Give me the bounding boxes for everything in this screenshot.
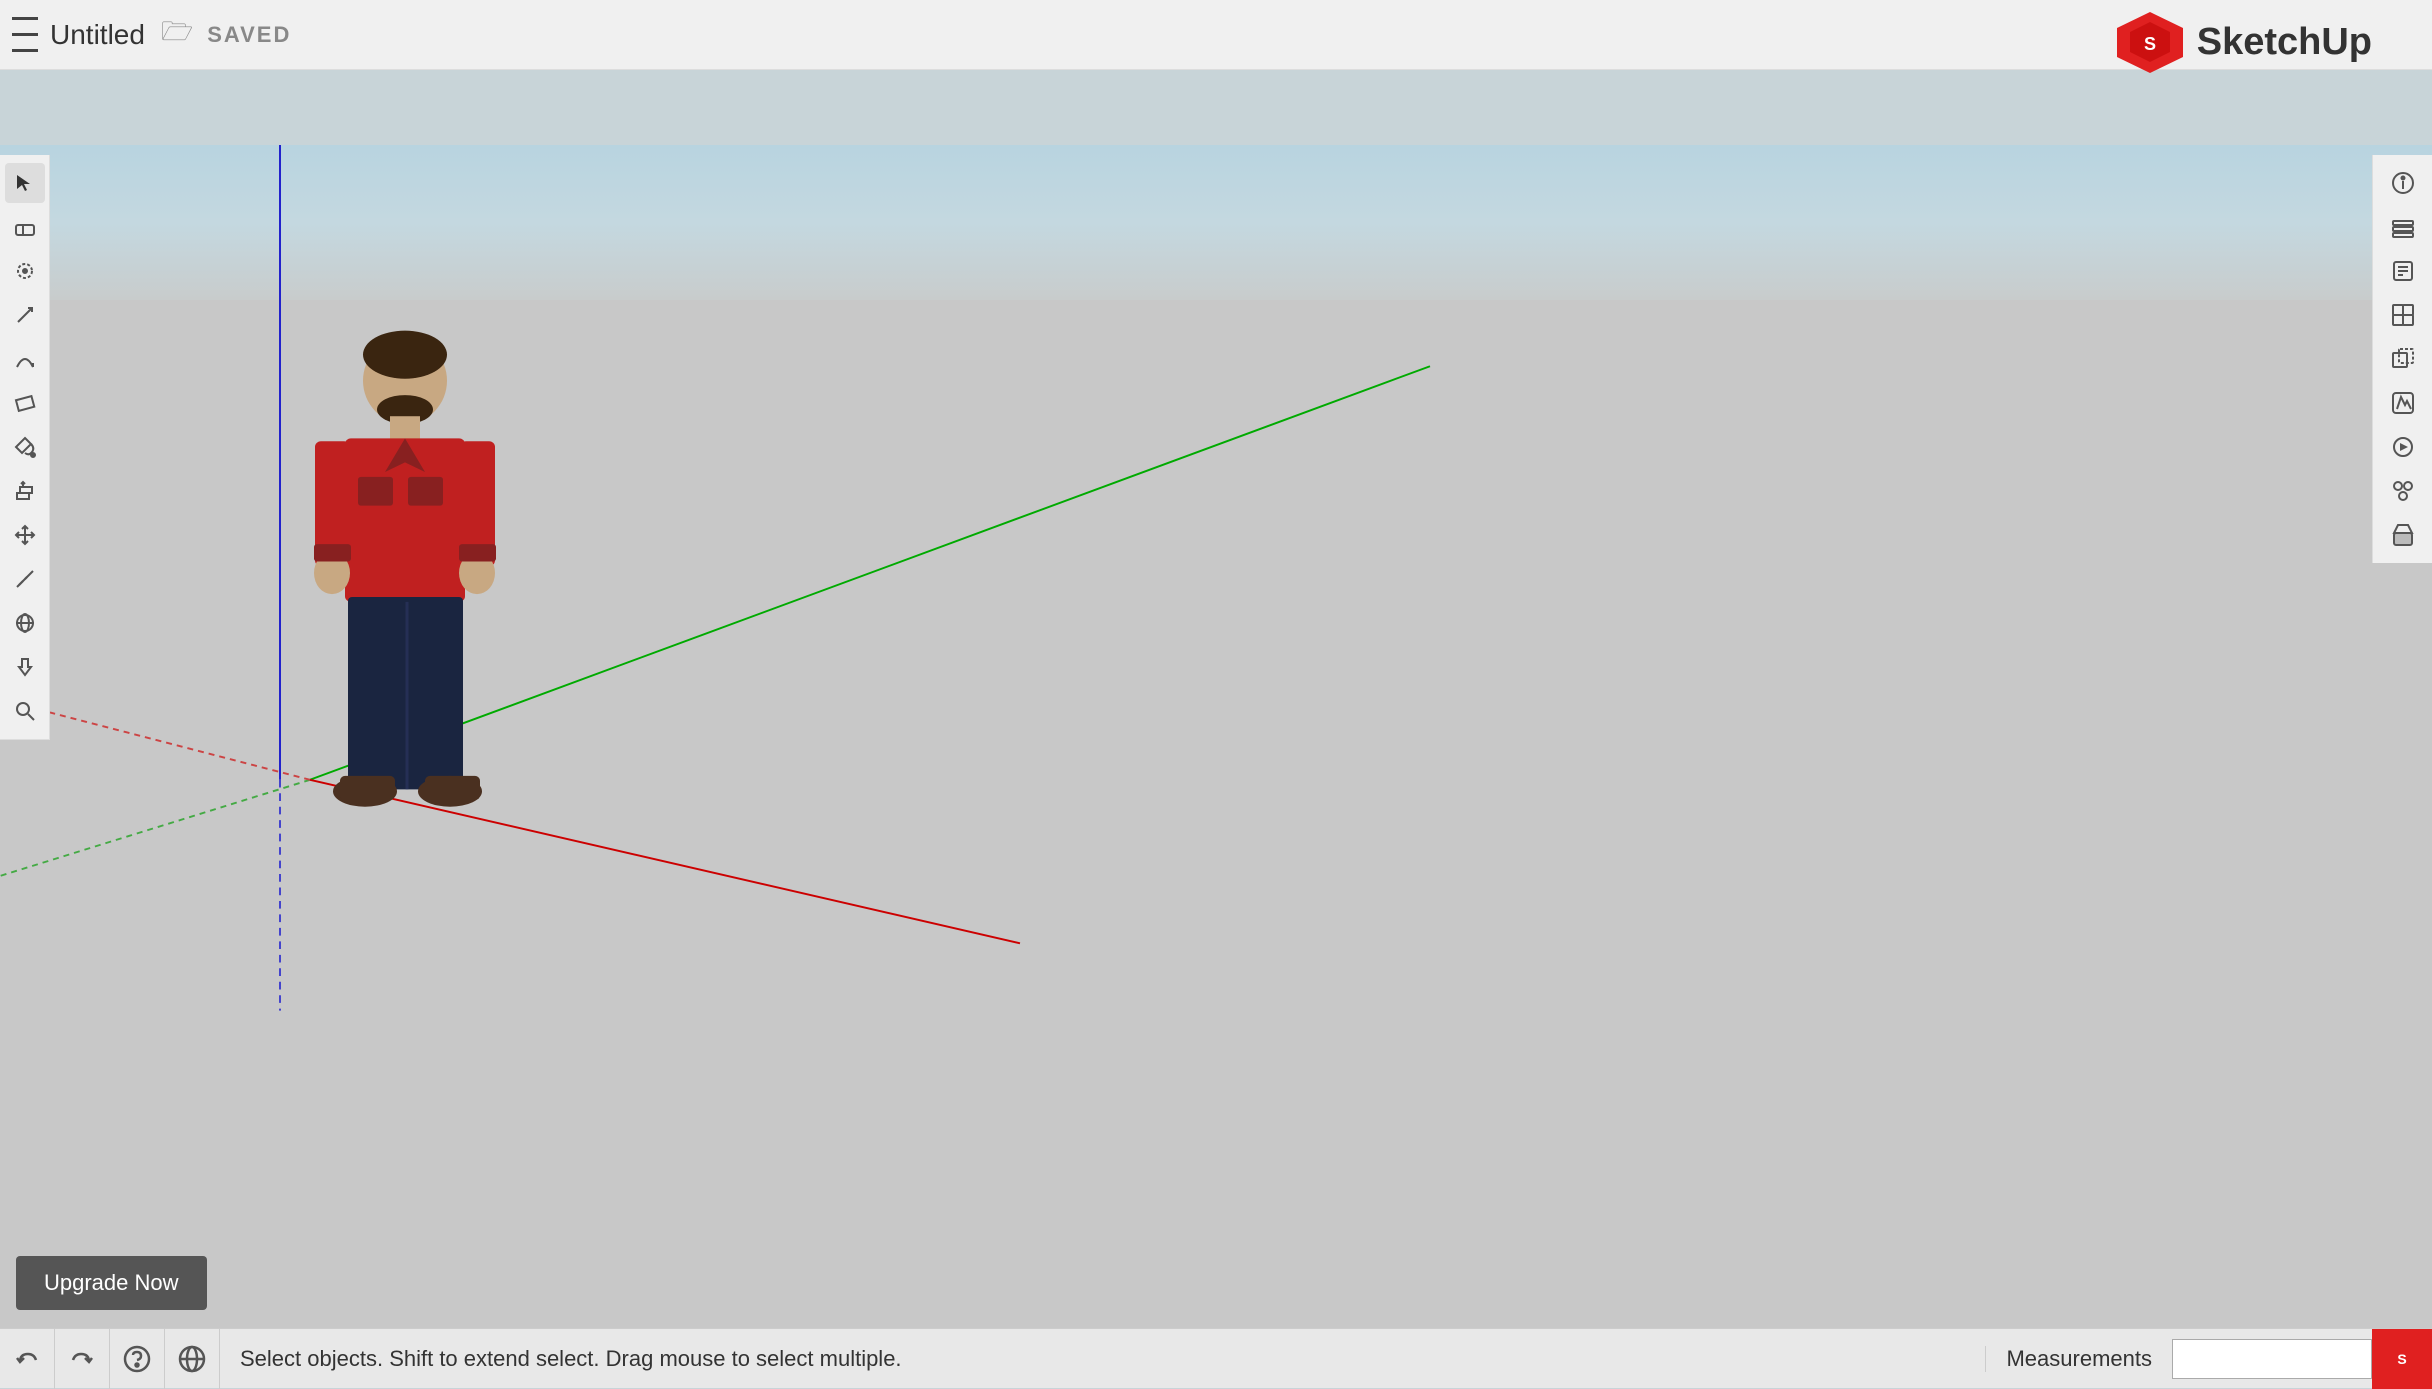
- measurements-label: Measurements: [1985, 1346, 2172, 1372]
- svg-text:S: S: [2397, 1351, 2406, 1367]
- layers-panel[interactable]: [2383, 207, 2423, 247]
- statusbar: Select objects. Shift to extend select. …: [0, 1328, 2432, 1388]
- model-info-button[interactable]: [165, 1329, 220, 1389]
- shadow-panel[interactable]: [2383, 515, 2423, 555]
- orbit-tool[interactable]: [5, 603, 45, 643]
- folder-icon[interactable]: 🗁: [161, 13, 193, 57]
- canvas-area[interactable]: [0, 145, 2432, 1328]
- measurements-input[interactable]: [2172, 1339, 2372, 1379]
- line-tool[interactable]: [5, 295, 45, 335]
- upgrade-now-button[interactable]: Upgrade Now: [16, 1256, 207, 1310]
- instructor-panel[interactable]: [2383, 251, 2423, 291]
- rectangle-tool[interactable]: [5, 383, 45, 423]
- svg-text:S: S: [2144, 34, 2156, 54]
- help-button[interactable]: [110, 1329, 165, 1389]
- outliner-panel[interactable]: [2383, 471, 2423, 511]
- scenes-panel[interactable]: [2383, 427, 2423, 467]
- menu-button[interactable]: [0, 0, 50, 70]
- move-tool[interactable]: [5, 515, 45, 555]
- tape-measure-tool[interactable]: [5, 559, 45, 599]
- sketchup-logo: S SketchUp: [2115, 10, 2372, 75]
- paint-bucket-tool[interactable]: [5, 427, 45, 467]
- saved-status: SAVED: [207, 22, 291, 48]
- solid-tools-panel[interactable]: [2383, 339, 2423, 379]
- zoom-tool[interactable]: [5, 691, 45, 731]
- status-hint-text: Select objects. Shift to extend select. …: [220, 1346, 1985, 1372]
- left-toolbar: [0, 155, 50, 740]
- undo-button[interactable]: [0, 1329, 55, 1389]
- select-tool[interactable]: [5, 163, 45, 203]
- sketchup-logo-icon: S: [2115, 10, 2185, 75]
- redo-button[interactable]: [55, 1329, 110, 1389]
- file-title[interactable]: Untitled: [50, 19, 145, 51]
- titlebar: Untitled 🗁 SAVED S SketchUp: [0, 0, 2432, 70]
- sketchup-bottom-logo: S: [2372, 1329, 2432, 1389]
- right-toolbar: [2372, 155, 2432, 563]
- arc-tool[interactable]: [5, 339, 45, 379]
- components-panel[interactable]: [2383, 295, 2423, 335]
- entity-info-panel[interactable]: [2383, 163, 2423, 203]
- lasso-select-tool[interactable]: [5, 251, 45, 291]
- pan-tool[interactable]: [5, 647, 45, 687]
- scene-viewport[interactable]: [0, 145, 2432, 1328]
- eraser-tool[interactable]: [5, 207, 45, 247]
- push-pull-tool[interactable]: [5, 471, 45, 511]
- sketchup-brand-name: SketchUp: [2197, 21, 2372, 64]
- styles-panel[interactable]: [2383, 383, 2423, 423]
